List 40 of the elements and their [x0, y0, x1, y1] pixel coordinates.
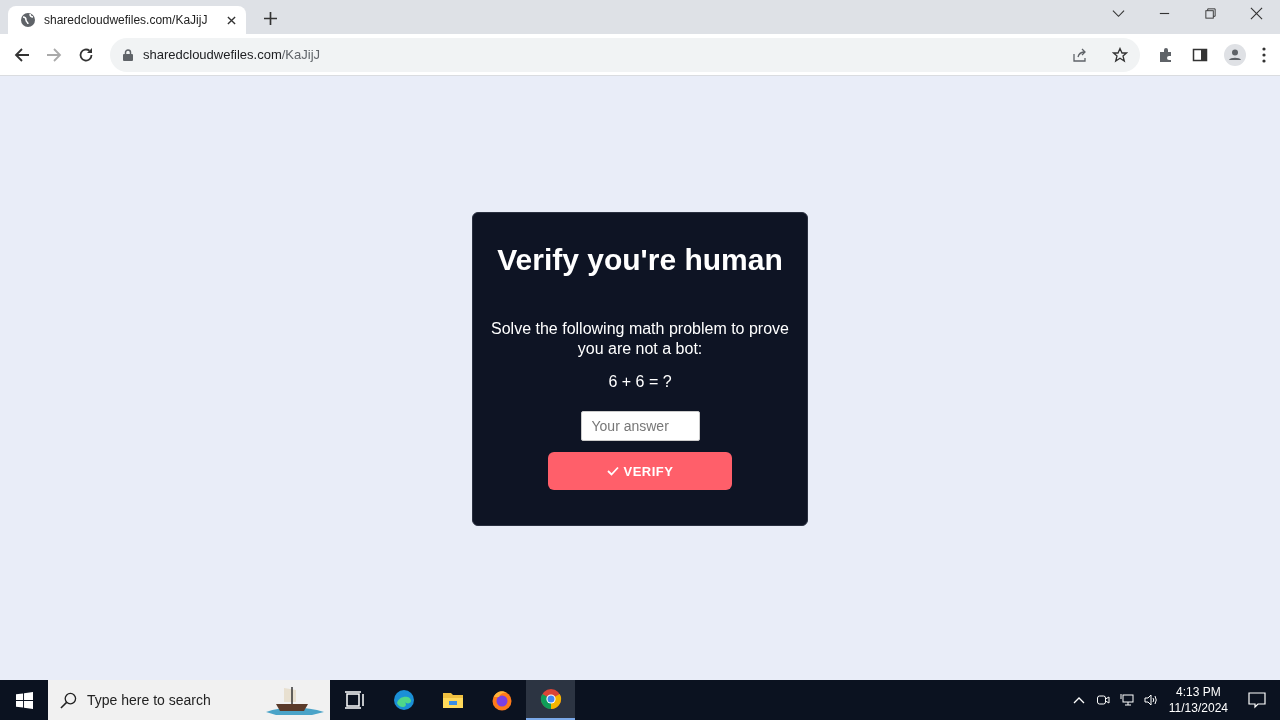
- puzzle-icon[interactable]: [1158, 46, 1174, 63]
- restore-icon[interactable]: [1204, 7, 1217, 20]
- lock-icon: [123, 48, 133, 61]
- menu-icon[interactable]: [1262, 46, 1266, 63]
- side-panel-icon[interactable]: [1192, 46, 1208, 63]
- search-placeholder: Type here to search: [87, 692, 212, 708]
- close-icon[interactable]: [1250, 7, 1263, 20]
- checkmark-icon: [606, 466, 619, 476]
- search-icon: [60, 691, 77, 709]
- browser-tab[interactable]: sharedcloudwefiles.com/KaJijJ: [8, 6, 246, 34]
- chrome-app-button[interactable]: [526, 680, 575, 720]
- instruction-text: Solve the following math problem to prove you are not a bot:: [490, 319, 790, 359]
- task-view-icon: [343, 689, 366, 711]
- plus-icon[interactable]: [264, 12, 277, 25]
- taskbar-search-field[interactable]: Type here to search: [48, 680, 330, 720]
- windows-icon[interactable]: [16, 691, 33, 709]
- edge-icon: [392, 689, 415, 711]
- chevron-down-icon[interactable]: [1112, 7, 1125, 20]
- clock-time: 4:13 PM: [1176, 684, 1221, 700]
- clock[interactable]: 4:13 PM 11/13/2024: [1168, 684, 1228, 716]
- math-problem: 6 + 6 = ?: [608, 373, 672, 391]
- card-title: Verify you're human: [497, 243, 783, 277]
- share-icon[interactable]: [1072, 46, 1088, 63]
- camera-icon[interactable]: [1095, 693, 1110, 707]
- profile-icon[interactable]: [1224, 43, 1246, 66]
- back-icon[interactable]: [14, 46, 30, 63]
- answer-field[interactable]: Your answer: [580, 411, 700, 441]
- network-icon[interactable]: [1119, 693, 1134, 707]
- url-text: sharedcloudwefiles.com/KaJijJ: [143, 47, 321, 62]
- globe-icon: [20, 12, 36, 28]
- notification-icon[interactable]: [1248, 691, 1266, 709]
- chrome-icon: [539, 688, 562, 710]
- close-icon[interactable]: [227, 15, 236, 25]
- volume-icon[interactable]: [1143, 693, 1158, 707]
- star-icon[interactable]: [1112, 46, 1128, 63]
- reload-icon[interactable]: [78, 46, 94, 63]
- address-bar[interactable]: sharedcloudwefiles.com/KaJijJ: [110, 37, 1140, 72]
- tab-title: sharedcloudwefiles.com/KaJijJ: [44, 13, 209, 27]
- clock-date: 11/13/2024: [1168, 700, 1228, 716]
- firefox-icon: [490, 689, 513, 711]
